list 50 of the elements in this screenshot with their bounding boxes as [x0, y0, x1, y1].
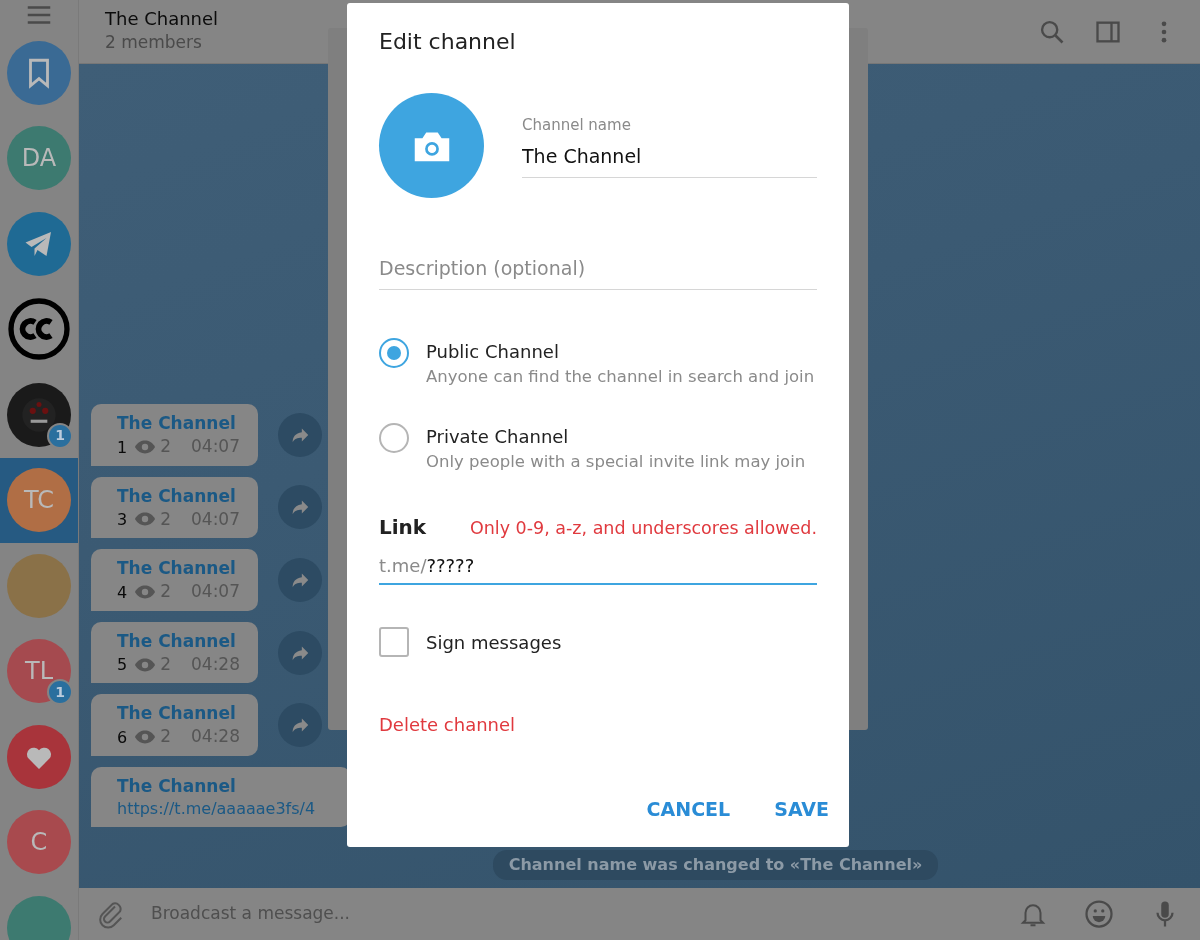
option-description: Only people with a special invite link may join	[426, 450, 806, 473]
channel-name-field[interactable]: The Channel	[522, 140, 817, 178]
chat-list-item[interactable]: DA	[0, 115, 78, 201]
chat-list-item[interactable]: C	[0, 799, 78, 885]
field-label: Channel name	[522, 114, 632, 136]
share-button[interactable]	[278, 485, 322, 530]
member-count: 2 members	[105, 31, 202, 55]
radio-button[interactable]	[379, 422, 409, 453]
radio-button[interactable]	[379, 337, 409, 368]
message-sender: The Channel	[117, 774, 237, 797]
message-sender: The Channel	[117, 702, 237, 725]
share-button[interactable]	[278, 703, 322, 748]
description-field[interactable]: Description (optional)	[379, 252, 817, 290]
message-sender: The Channel	[117, 411, 237, 435]
message-link[interactable]: https://t.me/aaaaae3fs/4	[117, 797, 316, 821]
delete-channel-link[interactable]: Delete channel	[379, 714, 516, 736]
error-message: Only 0-9, a-z, and underscores allowed.	[469, 517, 817, 541]
option-description: Anyone can find the channel in search and join	[426, 365, 815, 388]
checkbox-label: Sign messages	[426, 630, 562, 655]
share-button[interactable]	[278, 630, 322, 675]
message-sender: The Channel	[117, 557, 237, 580]
message-text: 3	[117, 509, 128, 532]
share-button[interactable]	[278, 412, 322, 457]
chat-list-item[interactable]: TL 1	[0, 628, 78, 714]
unread-count: 1	[47, 679, 73, 706]
field-label: Link	[379, 514, 427, 542]
message-text: 6	[117, 726, 128, 749]
avatar-initials: TC	[24, 485, 54, 517]
dialog-button[interactable]: CANCEL	[636, 790, 741, 827]
avatar-initials: DA	[21, 143, 57, 175]
avatar-initials: C	[30, 827, 48, 859]
dialog-title: Edit channel	[379, 29, 517, 56]
share-button[interactable]	[278, 557, 322, 602]
smiley-icon[interactable]	[1084, 899, 1114, 929]
chat-title: The Channel	[105, 7, 219, 31]
message-sender: The Channel	[117, 484, 237, 507]
dialog-button[interactable]: SAVE	[764, 790, 839, 827]
cc-logo-icon	[7, 297, 71, 362]
service-message: Channel name was changed to «The Channel»	[492, 850, 939, 880]
option-title: Private Channel	[426, 424, 570, 449]
message-text: 4	[117, 581, 128, 604]
link-field[interactable]: t.me/?????	[379, 550, 817, 586]
message-sender: The Channel	[117, 629, 237, 652]
chat-list-item[interactable]: TC	[0, 457, 78, 543]
message-text: 1	[117, 436, 128, 459]
checkbox[interactable]	[379, 627, 409, 658]
option-title: Public Channel	[426, 339, 560, 364]
message-text: 5	[117, 654, 128, 677]
chat-list-item[interactable]: 1	[0, 372, 78, 458]
unread-count: 1	[47, 422, 73, 449]
